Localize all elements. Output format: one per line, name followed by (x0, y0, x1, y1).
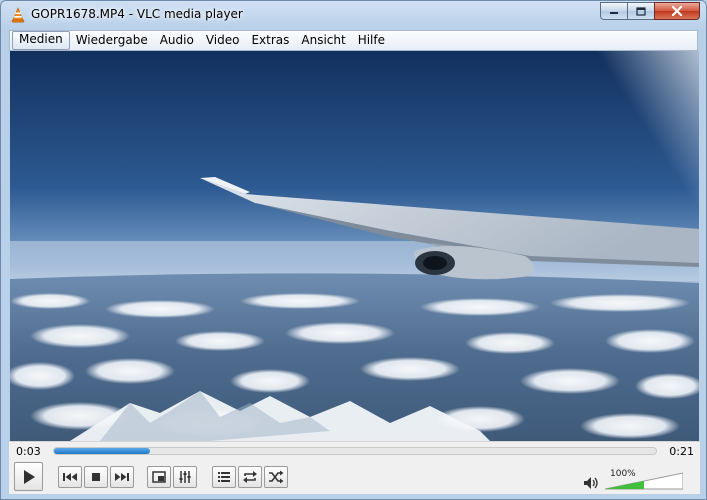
playlist-icon (218, 472, 230, 482)
next-button[interactable] (110, 466, 134, 488)
previous-button[interactable] (58, 466, 82, 488)
menu-bar: Medien Wiedergabe Audio Video Extras Ans… (9, 30, 698, 51)
minimize-button[interactable] (600, 2, 627, 20)
vlc-window: GOPR1678.MP4 - VLC media player Medien W… (0, 0, 707, 500)
title-bar[interactable]: GOPR1678.MP4 - VLC media player (1, 1, 706, 29)
loop-button[interactable] (238, 466, 262, 488)
menu-hilfe[interactable]: Hilfe (352, 32, 391, 49)
control-bar: 0:03 0:21 100% (9, 441, 700, 494)
play-icon (23, 469, 35, 484)
maximize-icon (636, 6, 646, 16)
fullscreen-icon (152, 471, 166, 483)
menu-medien[interactable]: Medien (12, 31, 70, 50)
video-frame-image (10, 51, 699, 441)
volume-icon[interactable] (583, 476, 599, 490)
caption-buttons (600, 2, 700, 21)
total-time: 0:21 (669, 445, 694, 458)
vlc-cone-icon (11, 7, 25, 23)
menu-wiedergabe[interactable]: Wiedergabe (70, 32, 154, 49)
minimize-icon (610, 12, 618, 14)
menu-video[interactable]: Video (200, 32, 246, 49)
window-title: GOPR1678.MP4 - VLC media player (31, 7, 243, 21)
maximize-button[interactable] (627, 2, 654, 20)
previous-icon (63, 473, 77, 481)
fullscreen-button[interactable] (147, 466, 171, 488)
close-button[interactable] (654, 2, 700, 20)
menu-extras[interactable]: Extras (245, 32, 295, 49)
stop-button[interactable] (84, 466, 108, 488)
stop-icon (92, 473, 100, 481)
menu-audio[interactable]: Audio (154, 32, 200, 49)
video-display[interactable] (10, 51, 699, 441)
seek-bar[interactable] (53, 447, 657, 455)
menu-ansicht[interactable]: Ansicht (295, 32, 351, 49)
loop-icon (243, 471, 257, 483)
play-button[interactable] (14, 462, 43, 491)
playlist-button[interactable] (212, 466, 236, 488)
seek-bar-progress (54, 448, 151, 454)
extended-settings-button[interactable] (173, 466, 197, 488)
volume-slider[interactable] (605, 468, 683, 490)
extended-settings-icon (179, 471, 191, 483)
close-icon (671, 6, 683, 16)
next-icon (115, 473, 129, 481)
elapsed-time: 0:03 (16, 445, 41, 458)
shuffle-icon (269, 470, 284, 484)
shuffle-button[interactable] (264, 466, 288, 488)
